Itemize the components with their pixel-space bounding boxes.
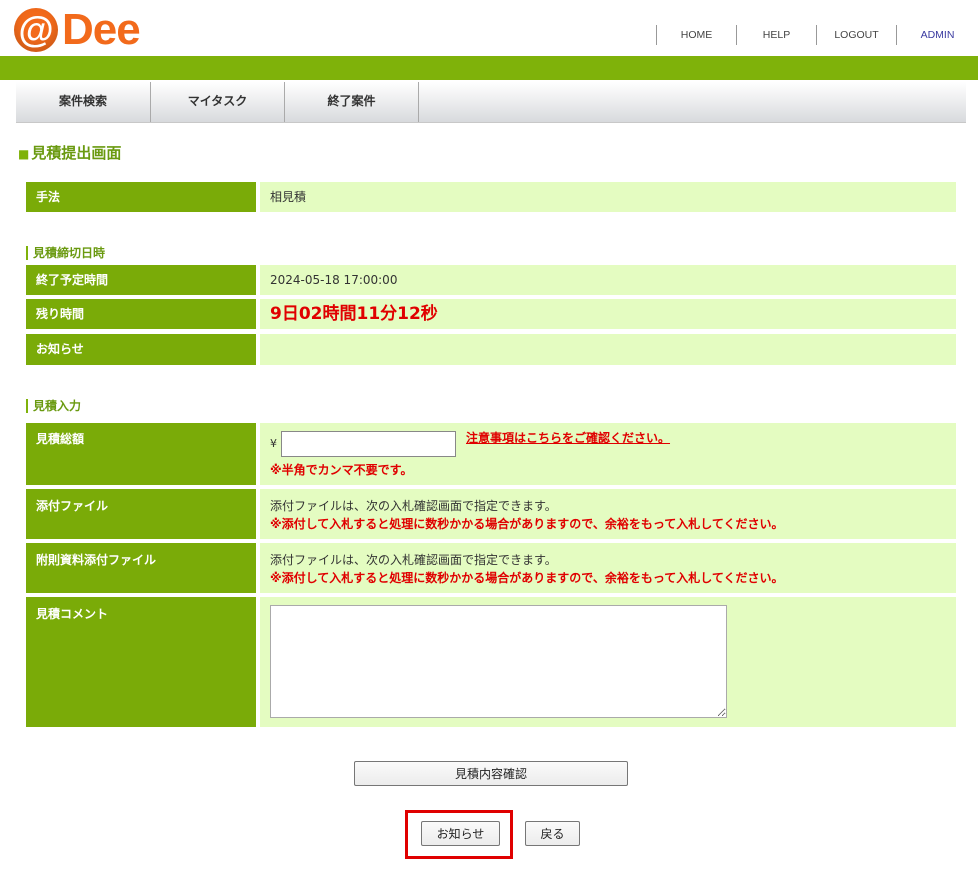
- notice-button[interactable]: お知らせ: [421, 821, 500, 846]
- remaining-time-row: 残り時間 9日02時間11分12秒: [26, 299, 956, 329]
- back-button[interactable]: 戻る: [525, 821, 580, 846]
- logo[interactable]: @ Dee: [14, 5, 141, 54]
- attachment-warning: ※添付して入札すると処理に数秒かかる場合がありますので、余裕をもって入札してくだ…: [270, 517, 784, 531]
- end-time-row: 終了予定時間 2024-05-18 17:00:00: [26, 265, 956, 295]
- total-amount-input[interactable]: [281, 431, 456, 457]
- notice-label: お知らせ: [26, 334, 256, 365]
- header: @ Dee HOME HELP LOGOUT ADMIN: [0, 0, 978, 56]
- remaining-time-value: 9日02時間11分12秒: [270, 304, 438, 324]
- notice-value: [260, 334, 956, 365]
- method-label: 手法: [26, 182, 256, 212]
- total-amount-label: 見積総額: [26, 423, 256, 485]
- square-bullet-icon: ■: [18, 147, 30, 161]
- attachment-label: 添付ファイル: [26, 489, 256, 539]
- appendix-attachment-cell: 添付ファイルは、次の入札確認画面で指定できます。 ※添付して入札すると処理に数秒…: [260, 543, 956, 593]
- half-width-note: ※半角でカンマ不要です。: [270, 463, 413, 477]
- main-menu: 案件検索 マイタスク 終了案件: [16, 82, 966, 123]
- total-amount-row: 見積総額 ¥ 注意事項はこちらをご確認ください。 ※半角でカンマ不要です。: [26, 423, 956, 485]
- notice-link[interactable]: 注意事項はこちらをご確認ください。: [466, 431, 670, 445]
- help-link[interactable]: HELP: [736, 25, 816, 45]
- attachment-text: 添付ファイルは、次の入札確認画面で指定できます。: [270, 499, 557, 513]
- page-title: ■ 見積提出画面: [18, 142, 121, 163]
- logo-text: Dee: [62, 5, 141, 54]
- menu-item-case-search[interactable]: 案件検索: [16, 82, 151, 122]
- admin-link[interactable]: ADMIN: [896, 25, 978, 45]
- appendix-attachment-label: 附則資料添付ファイル: [26, 543, 256, 593]
- end-time-label: 終了予定時間: [26, 265, 256, 295]
- appendix-attachment-warning: ※添付して入札すると処理に数秒かかる場合がありますので、余裕をもって入札してくだ…: [270, 571, 784, 585]
- remaining-time-label: 残り時間: [26, 299, 256, 329]
- green-header-bar: [0, 56, 978, 80]
- total-amount-cell: ¥ 注意事項はこちらをご確認ください。 ※半角でカンマ不要です。: [260, 423, 956, 485]
- appendix-attachment-text: 添付ファイルは、次の入札確認画面で指定できます。: [270, 553, 557, 567]
- home-link[interactable]: HOME: [656, 25, 736, 45]
- remaining-time-cell: 9日02時間11分12秒: [260, 299, 956, 329]
- comment-row: 見積コメント: [26, 597, 956, 727]
- appendix-attachment-row: 附則資料添付ファイル 添付ファイルは、次の入札確認画面で指定できます。 ※添付し…: [26, 543, 956, 593]
- menu-item-closed-cases[interactable]: 終了案件: [285, 82, 419, 122]
- comment-label: 見積コメント: [26, 597, 256, 727]
- deadline-section-title: 見積締切日時: [26, 246, 105, 260]
- attachment-cell: 添付ファイルは、次の入札確認画面で指定できます。 ※添付して入札すると処理に数秒…: [260, 489, 956, 539]
- menu-item-my-tasks[interactable]: マイタスク: [151, 82, 285, 122]
- end-time-value: 2024-05-18 17:00:00: [260, 265, 956, 295]
- input-section-title: 見積入力: [26, 399, 81, 413]
- confirm-estimate-button[interactable]: 見積内容確認: [354, 761, 628, 786]
- notice-row: お知らせ: [26, 334, 956, 365]
- attachment-row: 添付ファイル 添付ファイルは、次の入札確認画面で指定できます。 ※添付して入札す…: [26, 489, 956, 539]
- page-title-text: 見積提出画面: [31, 144, 122, 162]
- logo-at-icon: @: [14, 8, 58, 52]
- comment-textarea[interactable]: [270, 605, 727, 718]
- yen-sign: ¥: [270, 437, 277, 450]
- top-nav: HOME HELP LOGOUT ADMIN: [656, 25, 978, 45]
- method-value: 相見積: [260, 182, 956, 212]
- method-row: 手法 相見積: [26, 182, 956, 212]
- logout-link[interactable]: LOGOUT: [816, 25, 896, 45]
- comment-cell: [260, 597, 956, 727]
